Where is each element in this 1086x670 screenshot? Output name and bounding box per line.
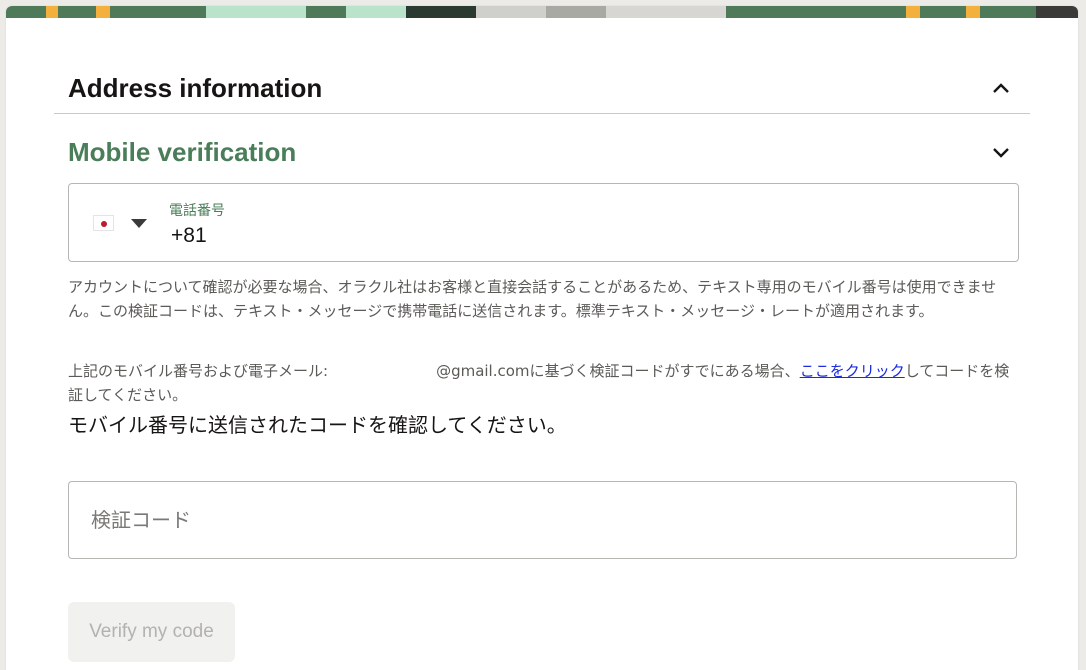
chevron-down-icon[interactable] xyxy=(990,141,1012,163)
address-information-title: Address information xyxy=(68,73,323,103)
chevron-up-icon[interactable] xyxy=(990,78,1012,100)
sms-notice-text: アカウントについて確認が必要な場合、オラクル社はお客様と直接会話することがあるた… xyxy=(68,278,997,320)
japan-flag-icon[interactable] xyxy=(93,215,114,231)
phone-number-input[interactable]: +81 xyxy=(171,224,207,248)
mobile-verification-header[interactable]: Mobile verification xyxy=(54,127,1030,177)
address-information-header[interactable]: Address information xyxy=(54,64,1030,114)
phone-number-field[interactable]: 電話番号 +81 xyxy=(68,183,1019,262)
mobile-verification-title: Mobile verification xyxy=(68,136,297,167)
verify-my-code-button[interactable]: Verify my code xyxy=(68,602,235,662)
existing-code-prefix: 上記のモバイル番号および電子メール: xyxy=(68,362,329,380)
click-here-link[interactable]: ここをクリック xyxy=(800,362,905,380)
decorative-banner xyxy=(6,6,1078,18)
country-dropdown-caret-icon[interactable] xyxy=(131,219,147,228)
existing-code-text: 上記のモバイル番号および電子メール: @gmail.comに基づく検証コードがすで… xyxy=(68,359,1018,407)
phone-number-label: 電話番号 xyxy=(169,203,225,219)
existing-code-middle: に基づく検証コードがすでにある場合、 xyxy=(529,362,800,380)
confirm-code-instruction: モバイル番号に送信されたコードを確認してください。 xyxy=(68,413,567,437)
existing-code-email: @gmail.com xyxy=(436,362,530,380)
verification-card: Address information Mobile verification … xyxy=(6,6,1078,670)
verification-code-input[interactable] xyxy=(68,481,1017,559)
